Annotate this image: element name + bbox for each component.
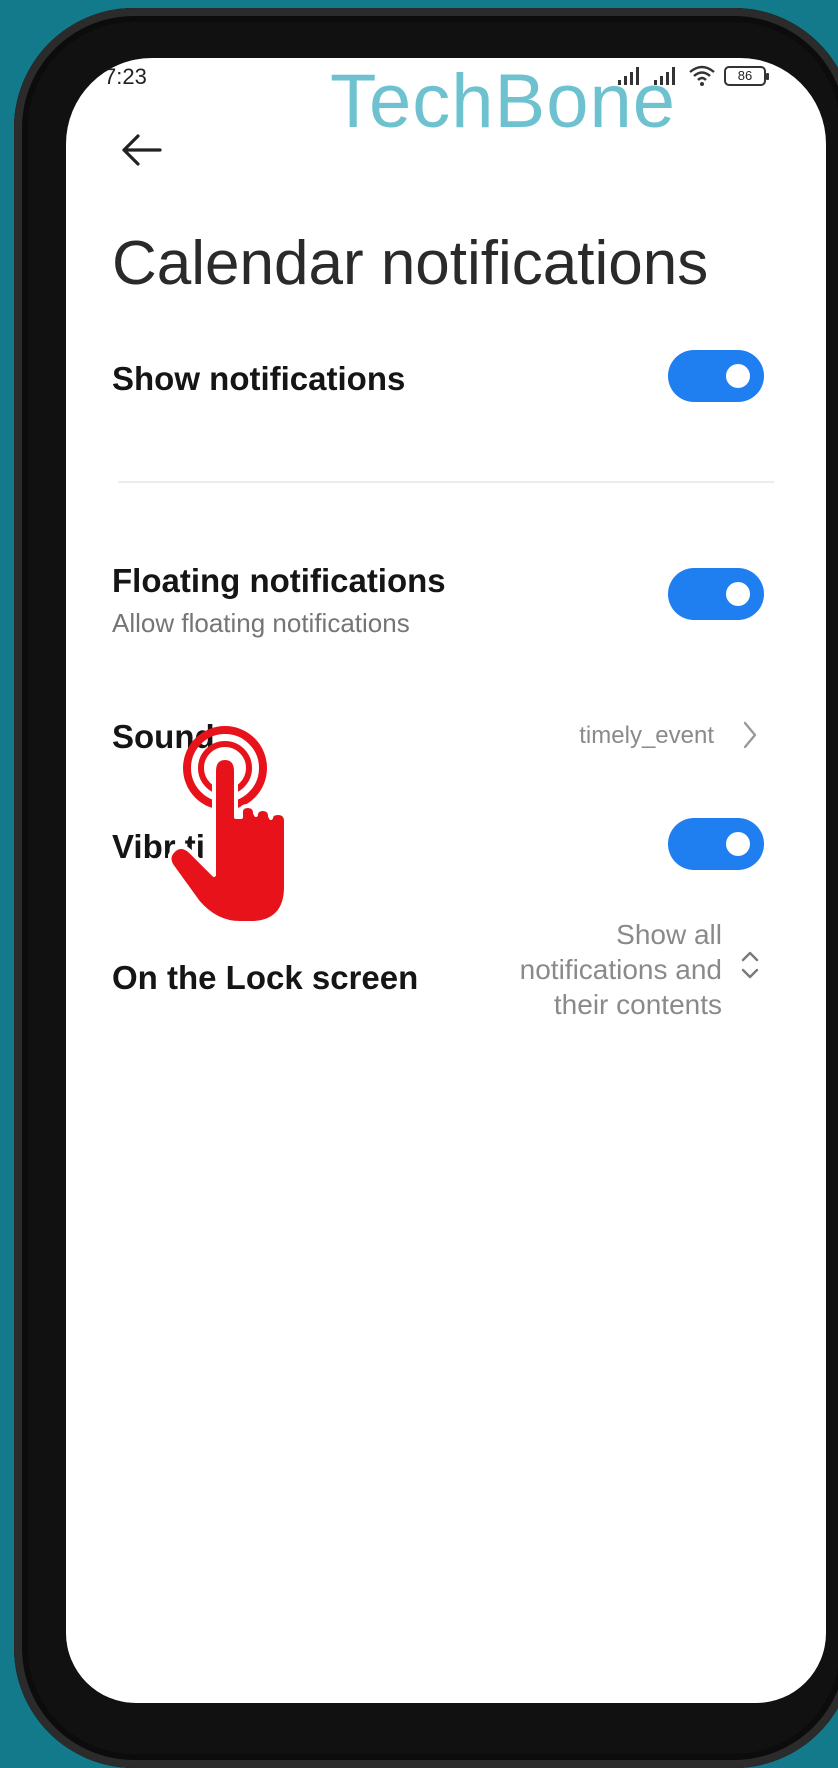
tap-hand-icon — [168, 726, 288, 925]
status-time: 7:23 — [104, 64, 147, 89]
lock-screen-value-line: their contents — [553, 989, 722, 1020]
lock-screen-value-line: Show all — [616, 919, 722, 950]
arrow-left-icon — [122, 134, 162, 166]
sound-value: timely_event — [579, 722, 714, 749]
floating-notifications-toggle[interactable] — [668, 568, 764, 620]
floating-notifications-row[interactable]: Floating notifications Allow floating no… — [112, 562, 772, 639]
divider — [118, 481, 774, 483]
chevron-right-icon — [743, 721, 757, 749]
toggle-knob — [726, 364, 750, 388]
toggle-knob — [726, 832, 750, 856]
show-notifications-toggle[interactable] — [668, 350, 764, 402]
battery-icon: 86 — [724, 66, 769, 86]
vibrate-toggle[interactable] — [668, 818, 764, 870]
status-bar: 7:23 86 TechBone — [66, 58, 826, 140]
toggle-knob — [726, 582, 750, 606]
floating-notifications-sublabel: Allow floating notifications — [112, 608, 410, 638]
lock-screen-row[interactable]: On the Lock screen Show all notification… — [112, 919, 772, 1020]
wifi-icon — [689, 65, 715, 86]
show-notifications-row[interactable]: Show notifications — [112, 350, 772, 402]
watermark: TechBone — [330, 59, 677, 144]
phone-frame: 7:23 86 TechBone Calendar notifications … — [14, 8, 838, 1768]
lock-screen-value-line: notifications and — [519, 954, 722, 985]
chevron-up-down-icon — [741, 951, 759, 979]
lock-screen-value: Show all notifications and their content… — [462, 917, 722, 1022]
back-button[interactable] — [116, 130, 166, 170]
page-title: Calendar notifications — [112, 229, 709, 298]
